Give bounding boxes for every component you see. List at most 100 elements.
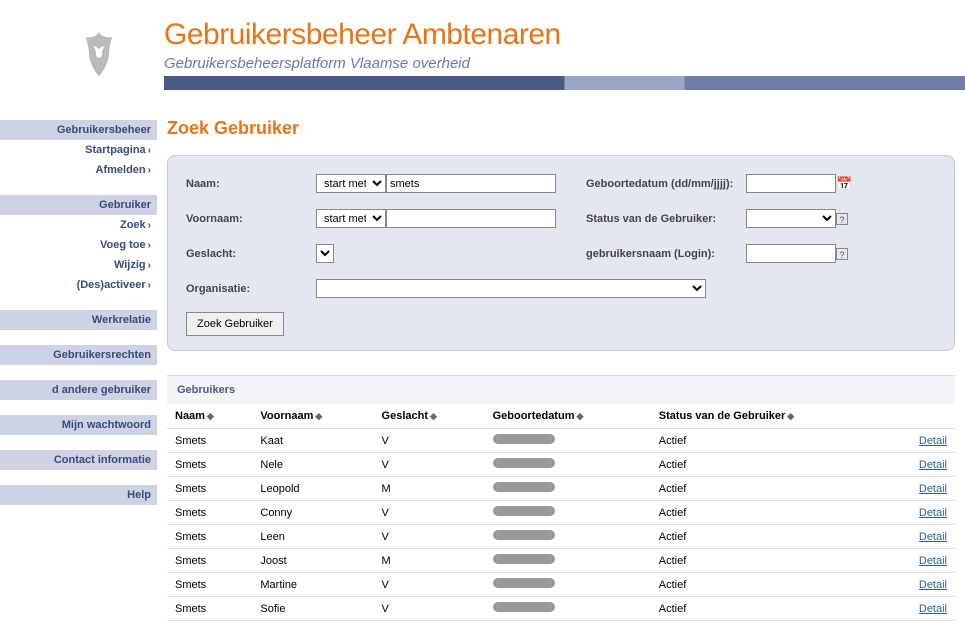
chevron-right-icon: › — [148, 165, 151, 176]
app-subtitle: Gebruikersbeheersplatform Vlaamse overhe… — [164, 55, 470, 72]
detail-link[interactable]: Detail — [919, 459, 947, 471]
sidebar: Gebruikersbeheer Startpagina› Afmelden› … — [0, 90, 157, 631]
chevron-right-icon: › — [148, 260, 151, 271]
cell-geboortedatum — [485, 477, 651, 501]
results-title: Gebruikers — [167, 376, 955, 404]
voornaam-input[interactable] — [386, 209, 556, 228]
geslacht-select[interactable] — [316, 244, 334, 263]
sidebar-item-contact[interactable]: Contact informatie — [0, 450, 157, 470]
table-row: SmetsNeleVActiefDetail — [167, 453, 955, 477]
status-select[interactable] — [746, 209, 836, 228]
sidebar-item-desactiveer[interactable]: (Des)activeer› — [0, 275, 157, 295]
chevron-right-icon: › — [148, 220, 151, 231]
cell-geboortedatum — [485, 453, 651, 477]
results-table: Naam◆ Voornaam◆ Geslacht◆ Geboortedatum◆… — [167, 404, 955, 621]
header: Gebruikersbeheer Ambtenaren Gebruikersbe… — [0, 0, 965, 90]
detail-link[interactable]: Detail — [919, 483, 947, 495]
sidebar-item-wijzig[interactable]: Wijzig› — [0, 255, 157, 275]
detail-link[interactable]: Detail — [919, 579, 947, 591]
sidebar-item-zoek[interactable]: Zoek› — [0, 215, 157, 235]
chevron-right-icon: › — [148, 240, 151, 251]
sidebar-item-voeg-toe[interactable]: Voeg toe› — [0, 235, 157, 255]
naam-input[interactable] — [386, 174, 556, 193]
chevron-right-icon: › — [148, 280, 151, 291]
redacted-dob — [493, 530, 555, 540]
col-geboortedatum[interactable]: Geboortedatum◆ — [485, 404, 651, 429]
cell-geslacht: M — [374, 549, 485, 573]
cell-geboortedatum — [485, 525, 651, 549]
table-row: SmetsJoostMActiefDetail — [167, 549, 955, 573]
login-input[interactable] — [746, 244, 836, 263]
naam-match-select[interactable]: start met — [316, 174, 386, 193]
sort-icon: ◆ — [315, 411, 322, 421]
cell-geslacht: V — [374, 501, 485, 525]
sidebar-item-wachtwoord[interactable]: Mijn wachtwoord — [0, 415, 157, 435]
detail-link[interactable]: Detail — [919, 435, 947, 447]
cell-naam: Smets — [167, 429, 252, 453]
cell-naam: Smets — [167, 501, 252, 525]
cell-status: Actief — [651, 429, 887, 453]
cell-naam: Smets — [167, 525, 252, 549]
redacted-dob — [493, 458, 555, 468]
cell-voornaam: Conny — [252, 501, 373, 525]
label-login: gebruikersnaam (Login): — [586, 248, 746, 260]
voornaam-match-select[interactable]: start met — [316, 209, 386, 228]
zoek-gebruiker-button[interactable]: Zoek Gebruiker — [186, 312, 284, 336]
redacted-dob — [493, 602, 555, 612]
redacted-dob — [493, 482, 555, 492]
cell-status: Actief — [651, 453, 887, 477]
cell-naam: Smets — [167, 477, 252, 501]
cell-voornaam: Leopold — [252, 477, 373, 501]
cell-status: Actief — [651, 549, 887, 573]
cell-status: Actief — [651, 573, 887, 597]
sidebar-group-gebruikersbeheer: Gebruikersbeheer — [0, 120, 157, 140]
help-icon[interactable]: ? — [836, 213, 848, 225]
cell-geslacht: V — [374, 573, 485, 597]
detail-link[interactable]: Detail — [919, 507, 947, 519]
geboortedatum-input[interactable] — [746, 174, 836, 193]
chevron-right-icon: › — [148, 145, 151, 156]
sidebar-group-gebruiker: Gebruiker — [0, 195, 157, 215]
sidebar-item-help[interactable]: Help — [0, 485, 157, 505]
cell-geboortedatum — [485, 573, 651, 597]
col-naam[interactable]: Naam◆ — [167, 404, 252, 429]
sidebar-item-afmelden[interactable]: Afmelden› — [0, 160, 157, 180]
cell-naam: Smets — [167, 573, 252, 597]
help-icon[interactable]: ? — [836, 248, 848, 260]
header-accent-bar — [164, 76, 965, 90]
col-voornaam[interactable]: Voornaam◆ — [252, 404, 373, 429]
cell-geslacht: M — [374, 477, 485, 501]
calendar-icon[interactable]: 📅 — [836, 176, 852, 192]
detail-link[interactable]: Detail — [919, 531, 947, 543]
redacted-dob — [493, 506, 555, 516]
sidebar-item-gebruikersrechten[interactable]: Gebruikersrechten — [0, 345, 157, 365]
label-organisatie: Organisatie: — [186, 283, 316, 295]
cell-naam: Smets — [167, 453, 252, 477]
cell-geboortedatum — [485, 429, 651, 453]
detail-link[interactable]: Detail — [919, 555, 947, 567]
table-row: SmetsKaatVActiefDetail — [167, 429, 955, 453]
sidebar-item-startpagina[interactable]: Startpagina› — [0, 140, 157, 160]
table-row: SmetsLeopoldMActiefDetail — [167, 477, 955, 501]
cell-geslacht: V — [374, 453, 485, 477]
sidebar-item-andere-gebruiker[interactable]: d andere gebruiker — [0, 380, 157, 400]
sort-icon: ◆ — [787, 411, 794, 421]
redacted-dob — [493, 434, 555, 444]
sort-icon: ◆ — [207, 411, 214, 421]
table-row: SmetsConnyVActiefDetail — [167, 501, 955, 525]
search-panel: Naam: start met Geboortedatum (dd/mm/jjj… — [167, 155, 955, 351]
cell-geboortedatum — [485, 549, 651, 573]
label-geslacht: Geslacht: — [186, 248, 316, 260]
logo-crest-icon — [75, 30, 123, 78]
organisatie-select[interactable] — [316, 279, 706, 298]
sidebar-item-werkrelatie[interactable]: Werkrelatie — [0, 310, 157, 330]
sort-icon: ◆ — [430, 411, 437, 421]
col-geslacht[interactable]: Geslacht◆ — [374, 404, 485, 429]
cell-voornaam: Leen — [252, 525, 373, 549]
cell-voornaam: Martine — [252, 573, 373, 597]
cell-naam: Smets — [167, 549, 252, 573]
label-geboortedatum: Geboortedatum (dd/mm/jjjj): — [586, 178, 746, 190]
cell-voornaam: Kaat — [252, 429, 373, 453]
col-status[interactable]: Status van de Gebruiker◆ — [651, 404, 887, 429]
table-row: SmetsLeenVActiefDetail — [167, 525, 955, 549]
